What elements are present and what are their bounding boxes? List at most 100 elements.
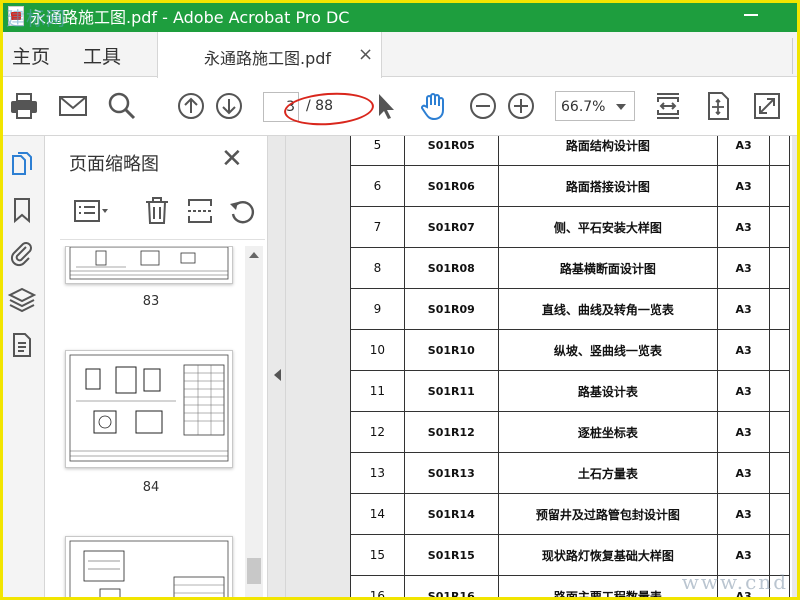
chevron-down-icon [616,104,626,110]
thumbnail-drawing [69,540,229,600]
table-cell-blank [769,288,790,330]
panel-close-icon[interactable]: ✕ [221,144,243,174]
paper-size: A3 [717,493,771,535]
row-number: 13 [350,452,405,494]
scroll-up-icon[interactable] [249,252,259,258]
menu-home[interactable]: 主页 [12,42,50,69]
delete-icon[interactable] [143,196,171,226]
panel-collapse-handle[interactable] [267,136,286,600]
table-row: 7 S01R07 侧、平石安装大样图 A3 [350,206,790,248]
minimize-button[interactable] [744,14,758,16]
row-number: 10 [350,329,405,371]
thumbnail-page[interactable] [65,536,233,600]
zoom-level-select[interactable]: 66.7% [555,91,635,121]
fit-page-icon[interactable] [702,90,734,122]
row-number: 8 [350,247,405,289]
thumbnail-page-label: 83 [142,294,160,309]
table-cell-blank [769,165,790,207]
drawing-code: S01R06 [403,165,499,207]
thumbnail-page[interactable] [65,350,233,468]
table-cell-blank [769,452,790,494]
table-cell-blank [769,411,790,453]
previous-page-icon[interactable] [175,90,207,122]
table-cell-blank [769,370,790,412]
rotate-icon[interactable] [227,196,257,226]
document-properties-icon[interactable] [8,331,36,359]
panel-title: 页面缩略图 [69,154,159,175]
table-row: 6 S01R06 路面搭接设计图 A3 [350,165,790,207]
search-icon[interactable] [106,90,138,122]
drawing-code: S01R11 [403,370,499,412]
thumbnail-page-label: 84 [142,480,160,495]
zoom-in-icon[interactable] [505,90,537,122]
drawing-name: 路面结构设计图 [497,136,719,166]
table-cell-blank [769,206,790,248]
table-row: 12 S01R12 逐桩坐标表 A3 [350,411,790,453]
extract-pages-icon[interactable] [186,196,214,226]
menu-tools[interactable]: 工具 [83,42,121,69]
print-icon[interactable] [8,90,40,122]
paper-size: A3 [717,165,771,207]
drawing-name: 侧、平石安装大样图 [497,206,719,248]
document-tab[interactable]: 永通路施工图.pdf × [157,32,382,78]
table-row: 14 S01R14 预留井及过路管包封设计图 A3 [350,493,790,535]
table-row: 9 S01R09 直线、曲线及转角一览表 A3 [350,288,790,330]
zoom-level-value: 66.7% [561,99,606,115]
thumbnail-scrollbar[interactable] [245,246,263,600]
drawing-code: S01R16 [403,575,499,600]
paper-size: A3 [717,136,771,166]
tab-close-icon[interactable]: × [358,44,373,65]
email-icon[interactable] [57,90,89,122]
scroll-mode-icon[interactable] [652,90,684,122]
row-number: 6 [350,165,405,207]
watermark-bottom-right: www.cnd [681,570,788,594]
bookmark-icon[interactable] [8,196,36,224]
zoom-out-icon[interactable] [467,90,499,122]
thumbnail-list: 83 84 [45,246,245,600]
navigation-rail [0,136,45,600]
table-row: 10 S01R10 纵坡、竖曲线一览表 A3 [350,329,790,371]
drawing-code: S01R08 [403,247,499,289]
layers-icon[interactable] [8,286,36,314]
panel-toolbar-separator [60,239,265,240]
row-number: 16 [350,575,405,600]
drawing-name: 纵坡、竖曲线一览表 [497,329,719,371]
table-row: 5 S01R05 路面结构设计图 A3 [350,136,790,166]
paper-size: A3 [717,452,771,494]
paper-size: A3 [717,206,771,248]
drawing-name: 路基横断面设计图 [497,247,719,289]
scrollbar-thumb[interactable] [247,558,261,584]
drawing-name: 路面搭接设计图 [497,165,719,207]
row-number: 9 [350,288,405,330]
drawing-name: 路基设计表 [497,370,719,412]
table-row: 11 S01R11 路基设计表 A3 [350,370,790,412]
full-screen-icon[interactable] [751,90,783,122]
thumbnail-page[interactable] [65,246,233,284]
drawing-list-table: 5 S01R05 路面结构设计图 A3 6 S01R06 路面搭接设计图 A3 7 S01R07 侧… [350,136,790,600]
select-cursor-icon[interactable] [370,90,402,122]
thumbnail-drawing [69,354,229,462]
table-cell-blank [769,493,790,535]
document-view[interactable]: 5 S01R05 路面结构设计图 A3 6 S01R06 路面搭接设计图 A3 7 S01R07 侧… [286,136,800,600]
row-number: 14 [350,493,405,535]
hand-tool-icon[interactable] [418,90,450,122]
drawing-name: 预留井及过路管包封设计图 [497,493,719,535]
document-right-gutter [792,136,800,600]
next-page-icon[interactable] [213,90,245,122]
drawing-code: S01R15 [403,534,499,576]
drawing-code: S01R14 [403,493,499,535]
thumbnail-options-icon[interactable] [73,197,109,225]
toolbar: 3 / 88 66.7% [0,78,800,136]
table-row: 8 S01R08 路基横断面设计图 A3 [350,247,790,289]
page-thumbnails-icon[interactable] [8,150,36,178]
drawing-name: 直线、曲线及转角一览表 [497,288,719,330]
drawing-name: 逐桩坐标表 [497,411,719,453]
drawing-code: S01R07 [403,206,499,248]
paper-size: A3 [717,288,771,330]
attachment-icon[interactable] [8,240,36,268]
table-cell-blank [769,136,790,166]
table-cell-blank [769,329,790,371]
drawing-code: S01R10 [403,329,499,371]
paper-size: A3 [717,329,771,371]
drawing-code: S01R09 [403,288,499,330]
